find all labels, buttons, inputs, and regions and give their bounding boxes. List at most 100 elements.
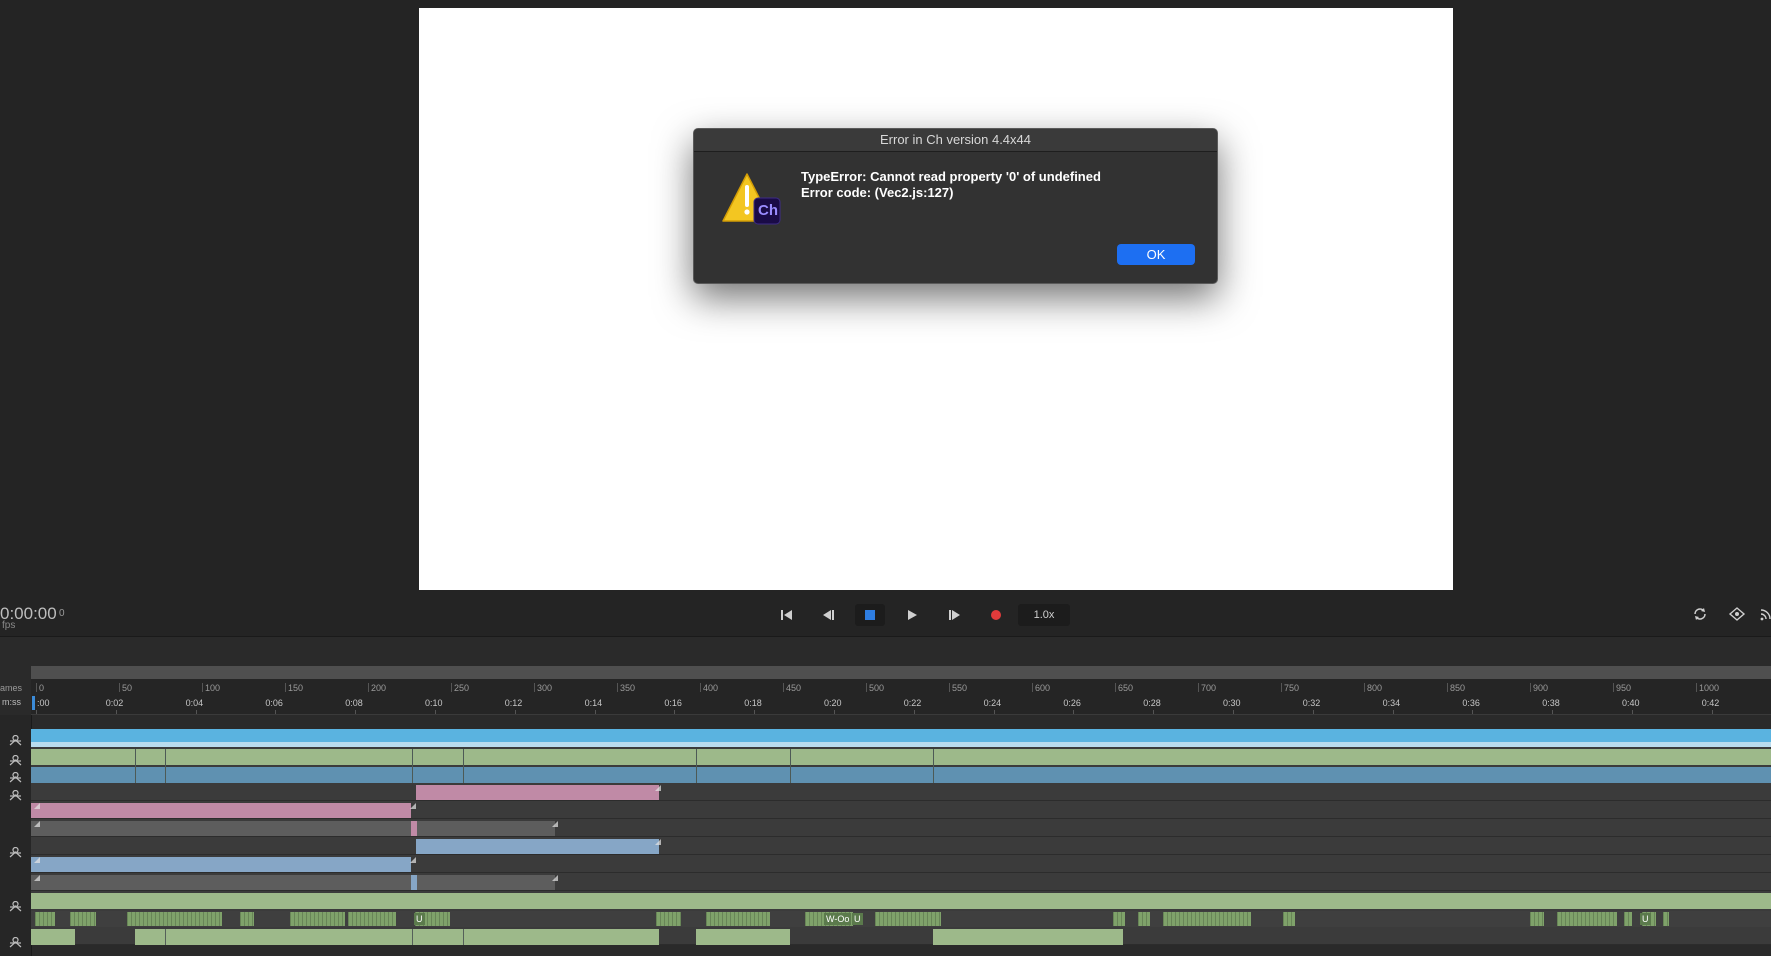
take-bar[interactable]: [416, 839, 659, 854]
fps-label: fps: [2, 620, 16, 631]
take-bar[interactable]: [417, 821, 555, 836]
track-bar[interactable]: [696, 929, 790, 945]
time-tick-label: 0:10: [425, 698, 443, 708]
viseme-marker[interactable]: [1163, 912, 1251, 926]
time-tick: [913, 710, 915, 714]
frame-tick-label: 1000: [1699, 683, 1720, 693]
time-tick: [1711, 710, 1713, 714]
frame-tick: [1530, 683, 1531, 692]
viseme-marker[interactable]: [706, 912, 770, 926]
take-bar[interactable]: [31, 821, 411, 836]
viseme-marker[interactable]: [1283, 912, 1295, 926]
viseme-marker[interactable]: [656, 912, 681, 926]
time-tick-label: :00: [37, 698, 50, 708]
scene-stage: [419, 8, 1453, 590]
viseme-label: U: [1640, 913, 1651, 925]
viseme-marker[interactable]: [348, 912, 396, 926]
viseme-marker[interactable]: [127, 912, 222, 926]
viseme-marker[interactable]: [290, 912, 345, 926]
time-tick-label: 0:18: [744, 698, 762, 708]
cloud-sync-icon[interactable]: [1728, 606, 1746, 622]
record-icon: [991, 610, 1001, 620]
track-bar[interactable]: [31, 893, 1771, 909]
viseme-label: U: [414, 913, 425, 925]
handle-corner: [552, 821, 558, 827]
puppet-icon[interactable]: [9, 753, 22, 766]
time-tick-label: 0:22: [903, 698, 922, 708]
track-bar[interactable]: [31, 929, 75, 945]
play-button[interactable]: [897, 604, 927, 626]
time-tick: [1552, 710, 1554, 714]
take-bar[interactable]: [417, 875, 555, 890]
time-tick-label: 0:42: [1701, 698, 1720, 708]
frame-tick: [949, 683, 950, 692]
time-tick-label: 0:24: [983, 698, 1002, 708]
handle-corner: [552, 875, 558, 881]
track-bar[interactable]: [31, 729, 1771, 742]
playhead[interactable]: [32, 696, 35, 710]
segment-divider: [412, 749, 413, 783]
puppet-icon[interactable]: [9, 770, 22, 783]
ch-badge-text: Ch: [758, 202, 778, 219]
timeline-scroll-strip[interactable]: [31, 666, 1771, 679]
viseme-marker[interactable]: [1530, 912, 1544, 926]
refresh-icon[interactable]: [1692, 606, 1708, 622]
step-forward-button[interactable]: [939, 604, 969, 626]
viseme-marker[interactable]: [35, 912, 55, 926]
segment-divider: [463, 749, 464, 783]
frame-tick-label: 50: [122, 683, 133, 693]
ok-button[interactable]: OK: [1117, 244, 1195, 265]
track-bar[interactable]: [31, 767, 1771, 783]
stop-button[interactable]: [855, 604, 885, 626]
frames-label: ames: [0, 683, 23, 693]
track-row[interactable]: [31, 783, 1771, 801]
viseme-marker[interactable]: [240, 912, 254, 926]
viseme-label: W-Oo: [824, 913, 852, 925]
viseme-marker[interactable]: [1624, 912, 1632, 926]
go-to-start-button[interactable]: [772, 604, 802, 626]
time-tick: [514, 710, 516, 714]
puppet-icon[interactable]: [9, 845, 22, 858]
viseme-marker[interactable]: [1138, 912, 1150, 926]
frame-tick: [700, 683, 701, 692]
puppet-icon[interactable]: [9, 788, 22, 801]
wireless-icon[interactable]: [1760, 606, 1771, 622]
frame-tick: [1364, 683, 1365, 692]
frame-tick: [1032, 683, 1033, 692]
time-tick: [993, 710, 995, 714]
play-icon: [908, 610, 917, 620]
record-button[interactable]: [981, 604, 1011, 626]
frame-tick-label: 900: [1533, 683, 1549, 693]
track-bar[interactable]: [933, 929, 1123, 945]
mmss-label: m:ss: [2, 697, 21, 707]
segment-divider: [696, 749, 697, 783]
puppet-icon[interactable]: [9, 733, 22, 746]
viseme-marker[interactable]: [1557, 912, 1617, 926]
viseme-marker[interactable]: [1663, 912, 1669, 926]
viseme-marker[interactable]: [70, 912, 96, 926]
step-back-button[interactable]: [814, 604, 844, 626]
take-bar[interactable]: [31, 875, 411, 890]
error-message-line2: Error code: (Vec2.js:127): [801, 185, 954, 200]
take-bar[interactable]: [416, 785, 659, 800]
puppet-icon[interactable]: [9, 935, 22, 948]
frame-tick-label: 100: [205, 683, 221, 693]
track-bar[interactable]: [31, 749, 1771, 765]
viseme-marker[interactable]: [875, 912, 941, 926]
time-tick: [355, 710, 357, 714]
take-bar[interactable]: [31, 857, 411, 872]
frame-tick: [119, 683, 120, 692]
frame-tick: [285, 683, 286, 692]
track-row[interactable]: [31, 837, 1771, 855]
viseme-marker[interactable]: [1113, 912, 1125, 926]
playback-speed[interactable]: 1.0x: [1018, 604, 1070, 626]
time-tick: [195, 710, 197, 714]
time-tick: [594, 710, 596, 714]
track-bar[interactable]: [135, 929, 659, 945]
handle-corner: [34, 821, 40, 827]
frame-tick: [1447, 683, 1448, 692]
puppet-icon[interactable]: [9, 899, 22, 912]
take-bar[interactable]: [31, 803, 411, 818]
frame-tick: [1696, 683, 1697, 692]
frame-tick-label: 300: [537, 683, 553, 693]
